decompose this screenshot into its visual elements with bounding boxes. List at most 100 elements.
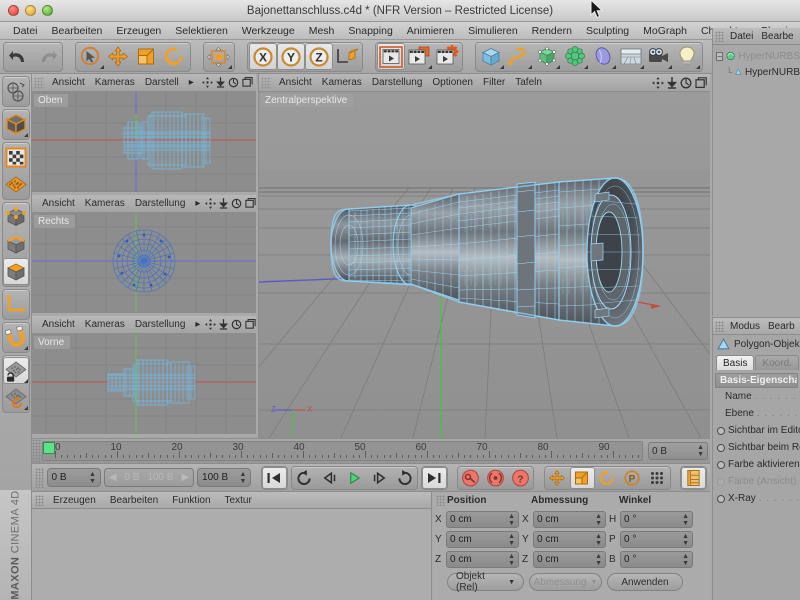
visible-render-radio[interactable] — [717, 444, 725, 452]
material-manager-list[interactable] — [32, 509, 431, 600]
stepper-icon[interactable]: ▲▼ — [89, 471, 96, 485]
key-pla-button[interactable] — [645, 467, 670, 489]
zoom-icon[interactable] — [667, 77, 677, 89]
stepper-icon[interactable]: ▲▼ — [682, 553, 689, 567]
matmgr-menu-bearbeiten[interactable]: Bearbeiten — [103, 495, 165, 506]
preview-range-prev-arrow[interactable]: ◀ — [109, 472, 117, 483]
axis-z-lock-button[interactable]: Z — [305, 43, 333, 70]
stepper-icon[interactable]: ▲▼ — [682, 513, 689, 527]
vp-top-overflow-arrow[interactable]: ▸ — [184, 77, 199, 88]
pan-icon[interactable] — [205, 198, 216, 209]
menu-mograph[interactable]: MoGraph — [636, 22, 694, 40]
coord-size-select[interactable]: Abmessung ▼ — [529, 573, 602, 591]
menu-werkzeuge[interactable]: Werkzeuge — [235, 22, 302, 40]
step-forward-key-button[interactable] — [367, 467, 392, 489]
lock-workplane-button[interactable] — [3, 357, 29, 384]
zoom-icon[interactable] — [219, 319, 228, 330]
record-key-button[interactable] — [458, 467, 483, 489]
panel-grip[interactable] — [436, 495, 445, 506]
move-tool-button[interactable] — [105, 43, 133, 70]
angle-p-input[interactable]: 0 ° ▲▼ — [620, 531, 693, 548]
attribute-manager-header[interactable]: Modus Bearb — [713, 318, 800, 335]
vp-right-menu-darstellung[interactable]: Darstellung — [130, 198, 191, 209]
visible-editor-radio[interactable] — [717, 427, 725, 435]
material-manager[interactable]: Erzeugen Bearbeiten Funktion Textur — [32, 492, 432, 600]
attr-row-visible-editor[interactable]: Sichtbar im Editc — [713, 422, 800, 439]
viewport-right-header[interactable]: Ansicht Kameras Darstellung ▸ — [32, 195, 256, 213]
viewport-front-header[interactable]: Ansicht Kameras Darstellung ▸ — [32, 316, 256, 334]
spline-button[interactable] — [505, 43, 533, 70]
matmgr-menu-erzeugen[interactable]: Erzeugen — [46, 495, 103, 506]
primitives-button[interactable] — [477, 43, 505, 70]
zoom-icon[interactable] — [216, 77, 225, 88]
panel-grip[interactable] — [261, 77, 271, 89]
rotate-view-icon[interactable] — [680, 77, 692, 89]
axis-system-button[interactable] — [333, 43, 361, 70]
keyframe-selection-button[interactable]: ? — [508, 467, 533, 489]
pan-icon[interactable] — [652, 77, 664, 89]
key-scale-button[interactable] — [570, 467, 595, 489]
menu-snapping[interactable]: Snapping — [341, 22, 399, 40]
preview-range-next-arrow[interactable]: ▶ — [181, 472, 189, 483]
attr-row-color-enable[interactable]: Farbe aktivieren — [713, 456, 800, 473]
current-frame-field[interactable]: 0 B ▲▼ — [47, 468, 101, 487]
maximize-icon[interactable] — [242, 77, 253, 88]
vp-front-overflow-arrow[interactable]: ▸ — [190, 319, 205, 330]
stepper-icon[interactable]: ▲▼ — [697, 444, 704, 458]
vp-persp-menu-tafeln[interactable]: Tafeln — [510, 77, 547, 88]
rotate-view-icon[interactable] — [228, 77, 239, 88]
rotate-view-icon[interactable] — [231, 198, 242, 209]
angle-h-input[interactable]: 0 ° ▲▼ — [620, 511, 693, 528]
play-button[interactable] — [342, 467, 367, 489]
maximize-icon[interactable] — [245, 198, 256, 209]
go-to-start-button[interactable] — [262, 467, 287, 489]
vp-top-menu-ansicht[interactable]: Ansicht — [47, 77, 90, 88]
panel-grip[interactable] — [35, 468, 44, 488]
pos-z-input[interactable]: 0 cm ▲▼ — [446, 551, 519, 568]
world-coordinates-button[interactable] — [205, 43, 233, 70]
angle-b-input[interactable]: 0 ° ▲▼ — [620, 551, 693, 568]
pan-icon[interactable] — [202, 77, 213, 88]
model-mode-button[interactable] — [3, 144, 29, 171]
panel-grip[interactable] — [715, 31, 724, 42]
go-to-end-button[interactable] — [422, 467, 447, 489]
deformer-button[interactable] — [589, 43, 617, 70]
axis-y-lock-button[interactable]: Y — [277, 43, 305, 70]
objmgr-menu-bearbeiten[interactable]: Bearbe — [757, 31, 797, 42]
matmgr-menu-textur[interactable]: Textur — [218, 495, 259, 506]
autokey-button[interactable] — [483, 467, 508, 489]
vp-top-menu-kameras[interactable]: Kameras — [90, 77, 140, 88]
vp-front-menu-kameras[interactable]: Kameras — [80, 319, 130, 330]
viewport-top-canvas[interactable]: Oben — [32, 92, 256, 192]
scale-tool-button[interactable] — [133, 43, 161, 70]
panel-grip[interactable] — [32, 439, 42, 463]
objmgr-menu-datei[interactable]: Datei — [726, 31, 757, 42]
max-frame-field[interactable]: 100 B ▲▼ — [197, 468, 251, 487]
texture-mode-button[interactable] — [3, 171, 29, 198]
viewport-front-canvas[interactable]: Vorne — [32, 334, 256, 434]
main-menubar[interactable]: Datei Bearbeiten Erzeugen Selektieren We… — [0, 22, 800, 40]
object-tree[interactable]: – HyperNURBS └ HyperNURB — [713, 45, 800, 316]
attribute-tabs[interactable]: Basis Koord. Ph — [713, 353, 800, 370]
axis-x-lock-button[interactable]: X — [249, 43, 277, 70]
menu-selektieren[interactable]: Selektieren — [168, 22, 235, 40]
stepper-icon[interactable]: ▲▼ — [508, 553, 515, 567]
playback-toolbar[interactable]: 0 B ▲▼ ◀ 0 B 100 B ▶ 100 B ▲▼ — [32, 464, 710, 492]
viewport-perspective-canvas[interactable]: Zentralperspektive — [259, 92, 710, 438]
play-reverse-button[interactable] — [317, 467, 342, 489]
coordinates-manager[interactable]: Position Abmessung Winkel X 0 cm ▲▼ X 0 … — [433, 492, 710, 600]
redo-button[interactable] — [33, 43, 61, 70]
vp-right-menu-ansicht[interactable]: Ansicht — [37, 198, 80, 209]
undo-view-button[interactable] — [3, 78, 29, 105]
left-toolbar-rail[interactable] — [0, 74, 32, 490]
expand-toggle-icon[interactable]: – — [716, 52, 723, 61]
render-view-button[interactable] — [377, 43, 405, 70]
color-enable-radio[interactable] — [717, 461, 725, 469]
stepper-icon[interactable]: ▲▼ — [239, 471, 246, 485]
panel-grip[interactable] — [34, 77, 44, 89]
magnet-button[interactable] — [3, 324, 29, 351]
key-rotation-button[interactable] — [595, 467, 620, 489]
vp-persp-menu-ansicht[interactable]: Ansicht — [274, 77, 317, 88]
viewport-front[interactable]: Ansicht Kameras Darstellung ▸ Vorne — [32, 316, 256, 434]
polygons-mode-button[interactable] — [3, 258, 29, 285]
